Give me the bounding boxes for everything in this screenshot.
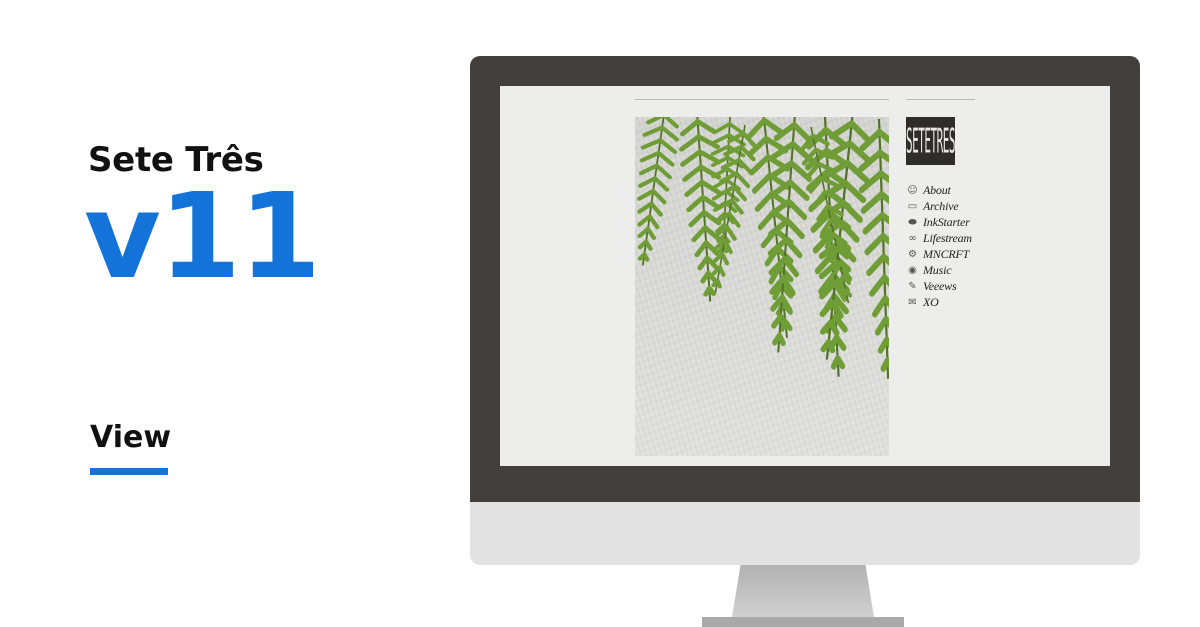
nav-item-inkstarter[interactable]: ⬬ InkStarter [906, 214, 972, 230]
nav-item-archive[interactable]: ▭ Archive [906, 198, 972, 214]
sidebar-nav: ☺ About ▭ Archive ⬬ InkStarter ∞ Lifestr… [906, 182, 972, 310]
content-top-rule [635, 99, 889, 100]
nav-label: XO [923, 294, 939, 309]
fern-illustration [635, 117, 889, 456]
stream-icon: ∞ [908, 232, 917, 244]
nav-label: Lifestream [923, 230, 972, 245]
site-logo[interactable]: SETETRES [906, 117, 955, 165]
disc-icon: ◉ [908, 264, 917, 276]
envelope-icon: ✉ [908, 296, 917, 308]
nav-item-veeews[interactable]: ✎ Veeews [906, 278, 972, 294]
logo-text: SETETRES [906, 120, 955, 162]
sidebar-top-rule [906, 99, 975, 100]
nav-label: MNCRFT [923, 246, 970, 261]
craft-icon: ⚙ [908, 248, 917, 260]
monitor-stand-foot [702, 617, 904, 627]
version-number: v11 [84, 167, 321, 305]
monitor-bezel: SETETRES ☺ About ▭ Archive ⬬ InkStarter … [470, 56, 1140, 502]
nav-item-xo[interactable]: ✉ XO [906, 294, 972, 310]
nav-label: Veeews [923, 278, 957, 293]
fern-photo[interactable] [635, 117, 889, 456]
face-icon: ☺ [907, 184, 918, 196]
view-link[interactable]: View [90, 420, 171, 455]
promo-panel: Sete Três v11 View [0, 0, 460, 627]
folder-icon: ▭ [907, 200, 918, 212]
monitor-stand-neck [732, 565, 874, 617]
nav-label: About [923, 182, 951, 197]
nav-label: Archive [923, 198, 959, 213]
monitor-mockup: SETETRES ☺ About ▭ Archive ⬬ InkStarter … [470, 56, 1140, 627]
inkwell-icon: ⬬ [908, 216, 917, 228]
monitor-screen: SETETRES ☺ About ▭ Archive ⬬ InkStarter … [500, 86, 1110, 466]
nav-item-mncrft[interactable]: ⚙ MNCRFT [906, 246, 972, 262]
nav-item-lifestream[interactable]: ∞ Lifestream [906, 230, 972, 246]
nav-label: Music [923, 262, 952, 277]
monitor-chin [470, 502, 1140, 565]
view-underline [90, 468, 168, 475]
nav-item-about[interactable]: ☺ About [906, 182, 972, 198]
nav-label: InkStarter [923, 214, 970, 229]
notepad-icon: ✎ [908, 280, 917, 292]
nav-item-music[interactable]: ◉ Music [906, 262, 972, 278]
